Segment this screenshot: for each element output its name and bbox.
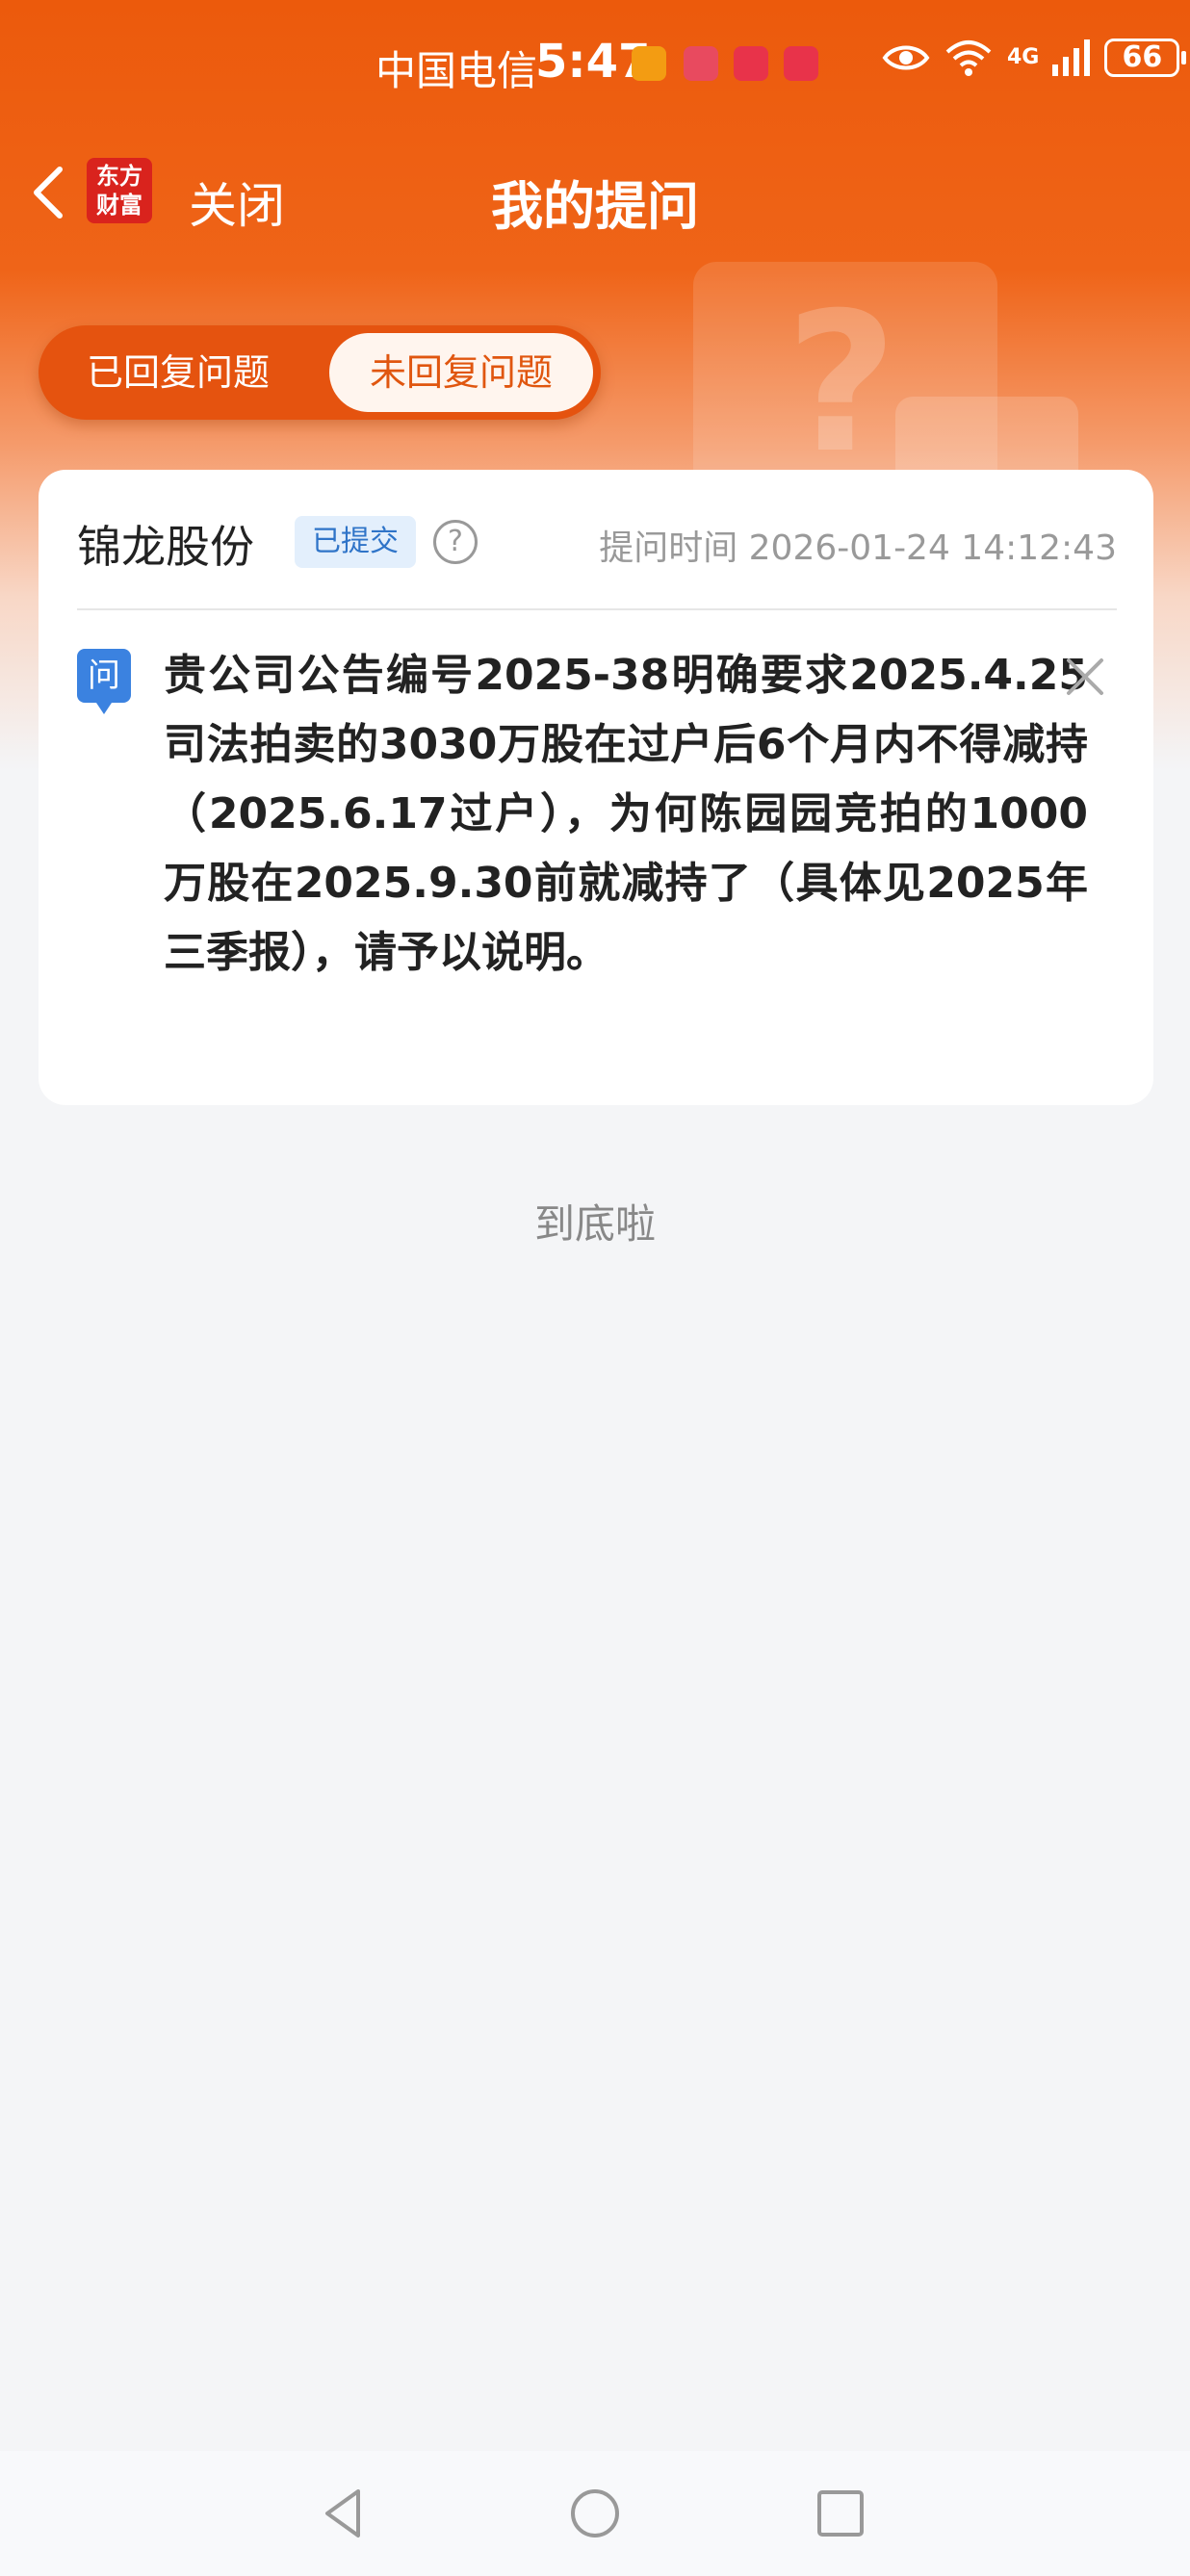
red-app-icon [684,46,718,81]
question-tabs: 已回复问题 未回复问题 [39,325,601,420]
question-mark-icon: ? [786,271,898,496]
help-icon[interactable]: ? [433,520,478,564]
company-name: 锦龙股份 [77,521,254,573]
question-card: 锦龙股份 已提交 ? 提问时间 2026-01-24 14:12:43 问 贵公… [39,470,1153,1105]
status-badge: 已提交 [295,516,416,568]
signal-icon [1052,39,1091,76]
nav-recents-icon[interactable] [807,2480,874,2547]
status-right-group: 4G 66 [882,39,1187,77]
question-time: 提问时间 2026-01-24 14:12:43 [599,528,1117,568]
divider [77,608,1117,610]
red-app-icon [734,46,768,81]
app-header: 东方财富 关闭 我的提问 [0,144,1190,241]
question-text: 贵公司公告编号2025-38明确要求2025.4.25司法拍卖的3030万股在过… [164,651,1088,977]
carrier-name: 中国电信 [375,47,538,94]
network-type: 4G [1007,45,1040,69]
end-of-list-text: 到底啦 [533,1200,656,1248]
red-app-icon [784,46,818,81]
page-title: 我的提问 [491,176,699,237]
battery-icon: 66 [1104,39,1187,77]
question-icon: 问 [77,649,131,714]
navigation-bar [0,2451,1190,2576]
question-decoration: ? [693,262,1078,541]
tab-replied[interactable]: 已回复问题 [39,325,318,420]
nav-home-icon[interactable] [561,2480,629,2547]
tab-unreplied[interactable]: 未回复问题 [329,333,593,412]
status-bar: 中国电信 5:47 4G 66 [0,0,1190,135]
nav-back-icon[interactable] [310,2480,377,2547]
close-icon[interactable] [1061,653,1109,701]
orange-app-icon [632,46,666,81]
eye-icon [882,45,930,70]
wifi-icon [945,40,992,76]
